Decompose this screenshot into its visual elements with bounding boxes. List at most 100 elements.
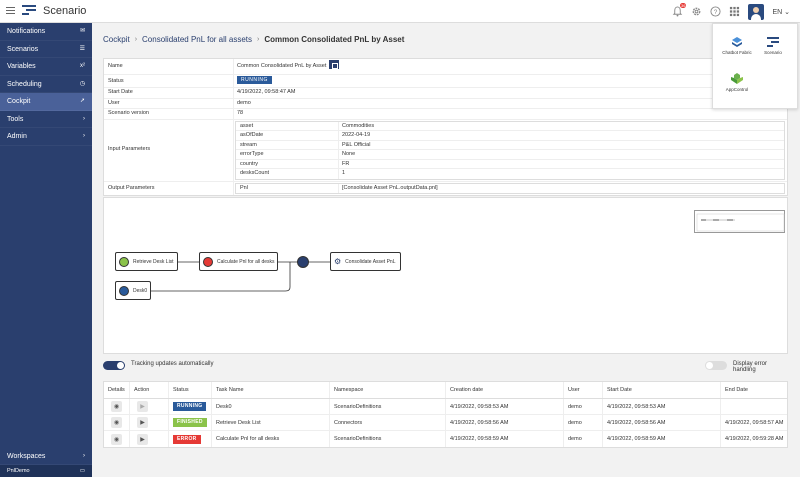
task-end: 4/19/2022, 09:58:57 AM (725, 419, 784, 426)
param-row: asset Commodities (236, 121, 784, 131)
app-chatbot-fabric[interactable]: Chatbot Fabric (717, 36, 757, 55)
sidebar-item-admin[interactable]: Admin › (0, 128, 92, 146)
task-namespace: Connectors (330, 415, 446, 430)
chatbot-fabric-icon (731, 36, 743, 48)
sidebar-item-variables[interactable]: Variables x² (0, 58, 92, 76)
status-badge: RUNNING (173, 402, 207, 411)
gear-icon[interactable] (691, 6, 702, 17)
param-row: Pnl [Consolidate Asset PnL.outputData.pnl… (236, 183, 784, 193)
column-header[interactable]: User (564, 382, 603, 398)
svg-text:?: ? (714, 9, 718, 16)
param-row: stream P&L Official (236, 140, 784, 150)
scenario-details: Name Common Consolidated PnL by Asset St… (103, 58, 788, 196)
param-row: errorType None (236, 150, 784, 160)
sidebar-item-tools[interactable]: Tools › (0, 111, 92, 128)
graph-minimap[interactable] (694, 210, 785, 233)
task-name: Desk0 (212, 399, 330, 414)
node-retrieve-desk-list[interactable]: Retrieve Desk List (115, 252, 178, 271)
version-label: Scenario version (104, 109, 234, 119)
task-namespace: ScenarioDefinitions (330, 431, 446, 447)
apps-menu: Chatbot Fabric Scenario AppControl (712, 23, 798, 109)
app-appcontrol[interactable]: AppControl (717, 73, 757, 92)
scenario-icon (767, 36, 779, 48)
table-row: ◉ ▶ RUNNING Desk0 ScenarioDefinitions 4/… (104, 399, 787, 415)
monitor-icon: ▭ (79, 468, 85, 474)
play-icon[interactable]: ▶ (137, 417, 148, 428)
bell-icon[interactable]: 36 (672, 3, 687, 17)
task-created: 4/19/2022, 09:58:56 AM (446, 415, 564, 430)
app-title: Scenario (43, 5, 87, 17)
column-header[interactable]: Creation date (446, 382, 564, 398)
help-icon[interactable]: ? (710, 6, 721, 17)
task-end: 4/19/2022, 09:59:28 AM (725, 436, 784, 442)
task-name: Calculate Pnl for all desks (212, 431, 330, 447)
input-params-label: Input Parameters (104, 119, 234, 181)
column-header[interactable]: Action (130, 382, 169, 398)
error-handling-toggle[interactable] (705, 361, 727, 370)
app-scenario[interactable]: Scenario (753, 36, 793, 55)
gears-icon: ⚙ (334, 257, 342, 266)
table-row: ◉ ▶ FINISHED Retrieve Desk List Connecto… (104, 415, 787, 431)
envelope-icon: ✉ (79, 28, 85, 34)
output-params-label: Output Parameters (104, 181, 234, 195)
column-header[interactable]: Details (104, 382, 130, 398)
status-badge: RUNNING (237, 76, 272, 84)
sidebar-item-scheduling[interactable]: Scheduling ◷ (0, 76, 92, 93)
param-row: asOfDate 2022-04-19 (236, 131, 784, 141)
breadcrumb: Cockpit › Consolidated PnL for all asset… (103, 35, 404, 44)
chevron-right-icon: › (83, 115, 85, 122)
breadcrumb-cockpit[interactable]: Cockpit (103, 35, 130, 44)
sidebar: Notifications ✉ Scenarios ☰ Variables x² Sc… (0, 23, 92, 477)
apps-grid-icon[interactable] (729, 6, 740, 17)
current-user[interactable]: PnlDemo ▭ (0, 465, 92, 477)
status-dot (119, 285, 129, 296)
sidebar-item-scenarios[interactable]: Scenarios ☰ (0, 41, 92, 58)
name-value: Common Consolidated PnL by Asset (237, 63, 327, 69)
output-params-table: Pnl [Consolidate Asset PnL.outputData.pnl… (235, 182, 785, 194)
eye-icon[interactable]: ◉ (111, 417, 122, 428)
sidebar-item-notifications[interactable]: Notifications ✉ (0, 23, 92, 41)
column-header[interactable]: Start Date (603, 382, 721, 398)
sidebar-item-workspaces[interactable]: Workspaces › (0, 448, 92, 465)
chevron-right-icon: › (83, 452, 85, 459)
task-created: 4/19/2022, 09:58:59 AM (446, 431, 564, 447)
node-calculate-pnl[interactable]: Calculate Pnl for all desks (199, 252, 278, 271)
status-dot (119, 256, 129, 267)
join-node[interactable] (297, 256, 309, 268)
start-date-label: Start Date (104, 88, 234, 98)
graph-options: Tracking updates automatically Display e… (103, 360, 788, 373)
task-start: 4/19/2022, 09:58:53 AM (603, 399, 721, 414)
node-desk0[interactable]: Desk0 (115, 281, 151, 300)
column-header[interactable]: Status (169, 382, 212, 398)
tracking-toggle[interactable] (103, 361, 125, 370)
version-value: 78 (237, 110, 244, 116)
play-icon: ▶ (137, 401, 148, 412)
notification-badge: 36 (680, 3, 687, 8)
eye-icon[interactable]: ◉ (111, 433, 122, 445)
graph-edges (151, 261, 330, 292)
rocket-icon: ➚ (79, 98, 85, 104)
sidebar-item-cockpit[interactable]: Cockpit ➚ (0, 93, 92, 111)
task-user: demo (564, 399, 603, 414)
top-bar: Scenario 36 ? EN ⌄ (0, 0, 800, 23)
list-icon: ☰ (79, 45, 85, 52)
chevron-right-icon: › (134, 36, 138, 43)
column-header[interactable]: Namespace (330, 382, 446, 398)
param-row: desksCount 1 (236, 169, 784, 179)
language-selector[interactable]: EN ⌄ (772, 8, 790, 16)
eye-icon[interactable]: ◉ (111, 401, 122, 412)
menu-icon[interactable] (6, 7, 15, 15)
task-end (721, 399, 787, 414)
breadcrumb-consolidated-pnl[interactable]: Consolidated PnL for all assets (142, 35, 252, 44)
user-value: demo (237, 99, 251, 106)
node-consolidate-asset-pnl[interactable]: ⚙ Consolidate Asset PnL (330, 252, 401, 271)
task-created: 4/19/2022, 09:58:53 AM (446, 399, 564, 414)
appcontrol-icon (731, 73, 743, 85)
clock-icon: ◷ (79, 80, 85, 87)
table-header: Details Action Status Task Name Namespac… (104, 382, 787, 399)
play-icon[interactable]: ▶ (137, 433, 148, 445)
column-header[interactable]: Task Name (212, 382, 330, 398)
column-header[interactable]: End Date (721, 382, 787, 398)
avatar[interactable] (748, 3, 765, 20)
open-scenario-button[interactable] (329, 60, 340, 70)
